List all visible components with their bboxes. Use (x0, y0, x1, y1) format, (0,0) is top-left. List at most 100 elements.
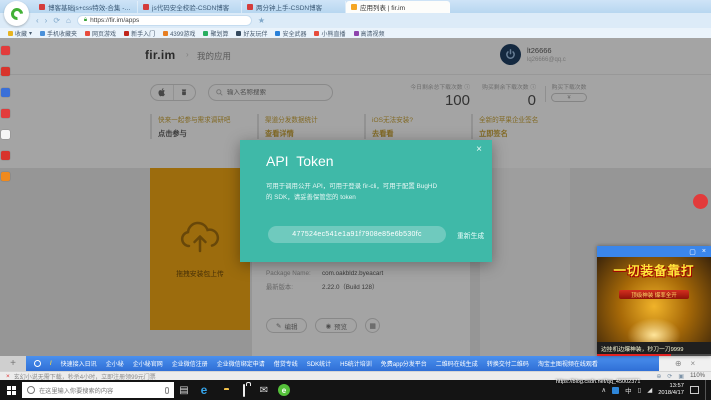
search-icon[interactable] (34, 360, 41, 367)
clock[interactable]: 13:57 2018/4/17 (658, 383, 684, 397)
quick-link[interactable]: 转换交付二维码 (487, 359, 529, 368)
quick-link[interactable]: 借贷专线 (274, 359, 298, 368)
bookmark-icon (354, 31, 359, 36)
tab-active-firim[interactable]: 应用列表 | fir.im (346, 1, 450, 13)
tab-title: js代码安全校验-CSDN博客 (152, 2, 229, 12)
clock-date: 2018/4/17 (658, 390, 684, 397)
floating-icon[interactable] (1, 151, 10, 160)
close-icon[interactable]: × (476, 144, 482, 155)
bookmark-label: 收藏 (15, 29, 27, 38)
bookmark-label: 小熊直播 (321, 29, 345, 38)
star-bookmark-icon[interactable]: ★ (258, 17, 265, 25)
shield-icon[interactable]: ▣ (678, 373, 684, 380)
bookmark-item[interactable]: 新手入门 (124, 29, 155, 38)
microsoft-store-icon[interactable] (234, 385, 254, 396)
start-button[interactable] (0, 380, 22, 400)
action-center-icon[interactable] (690, 386, 699, 394)
network-icon[interactable]: ◢ (647, 386, 652, 394)
browser-360-logo-icon[interactable] (4, 1, 29, 26)
bookmark-item[interactable]: 高清视频 (354, 29, 385, 38)
floating-icon[interactable] (1, 46, 10, 55)
tab-title: 两分钟上手-CSDN博客 (256, 2, 322, 12)
bookmark-label: 安全武器 (282, 29, 306, 38)
tab-3[interactable]: 两分钟上手-CSDN博客 (242, 1, 346, 13)
tray-expand-icon[interactable]: ∧ (601, 386, 606, 394)
floating-icon[interactable] (1, 172, 10, 181)
floating-red-button[interactable] (693, 194, 708, 209)
tab-favicon-icon (143, 4, 149, 10)
bookmark-item[interactable]: 网页游戏 (85, 29, 116, 38)
forward-icon[interactable]: › (45, 17, 48, 25)
bookmark-label: 网页游戏 (92, 29, 116, 38)
quick-link[interactable]: 淘宝主图视频在线观看 (538, 359, 598, 368)
quick-link[interactable]: SDK统计 (307, 359, 331, 368)
microphone-icon (165, 387, 169, 394)
edge-browser-icon[interactable]: e (194, 383, 214, 397)
bookmark-item[interactable]: 手机收藏夹 (40, 29, 77, 38)
tab-2[interactable]: js代码安全校验-CSDN博客 (138, 1, 242, 13)
quick-link[interactable]: H5统计培训 (340, 359, 372, 368)
close-icon[interactable]: × (6, 373, 10, 380)
close-icon[interactable]: × (702, 248, 706, 255)
quick-link[interactable]: 企业微信注册 (172, 359, 208, 368)
bookmark-icon (236, 31, 241, 36)
description-line-2: 的 SDK，请妥善保管您的 token (266, 193, 476, 204)
bookmark-item[interactable]: 收藏▾ (8, 29, 32, 38)
bookmark-item[interactable]: 聚划算 (203, 29, 228, 38)
api-token-modal: API Token × 可用于调用公开 API，可用于登录 fir-cli，可用… (240, 140, 492, 262)
bookmarks-bar: 收藏▾ 手机收藏夹 网页游戏 新手入门 4399游戏 聚划算 好友玩伴 安全武器… (0, 28, 711, 38)
video-ad-body[interactable]: 一切装备靠打 顶级神装 爆率全开 (597, 257, 711, 342)
floating-icon[interactable] (1, 67, 10, 76)
fullscreen-icon[interactable]: ▢ (689, 248, 696, 256)
floating-side-icons (1, 46, 10, 181)
back-icon[interactable]: ‹ (36, 17, 39, 25)
close-icon[interactable]: × (691, 359, 696, 368)
battery-icon[interactable]: ▯ (638, 386, 642, 394)
show-desktop-button[interactable] (705, 380, 709, 400)
refresh-icon[interactable]: ⟳ (53, 17, 60, 25)
quick-link[interactable]: 免费app分发平台 (381, 359, 427, 368)
speed-mode-icon[interactable]: ⟳ (667, 373, 672, 380)
windows-logo-icon (7, 386, 16, 395)
modal-title: API Token (266, 153, 334, 169)
bookmark-item[interactable]: 好友玩伴 (236, 29, 267, 38)
download-icon[interactable]: ⊕ (656, 373, 661, 380)
floating-icon[interactable] (1, 88, 10, 97)
url-box[interactable]: 🔒︎ https://fir.im/apps (77, 15, 252, 26)
bookmark-label: 好友玩伴 (243, 29, 267, 38)
bookmark-label: 聚划算 (210, 29, 228, 38)
floating-icon[interactable] (1, 109, 10, 118)
bookmark-icon (203, 31, 208, 36)
bookmark-item[interactable]: 安全武器 (275, 29, 306, 38)
screen: 博客基础js+css特效-合集 - 技术社区 js代码安全校验-CSDN博客 两… (0, 0, 711, 400)
settings-plus-icon[interactable]: ⊕ (675, 359, 682, 368)
video-ad[interactable]: ▢ × 一切装备靠打 顶级神装 爆率全开 边挂机边爆神装，秒刀一刀9999 (597, 246, 711, 356)
home-icon[interactable]: ⌂ (66, 17, 71, 25)
zoom-level[interactable]: 110% (690, 373, 705, 379)
ime-indicator[interactable]: 中 (625, 385, 632, 395)
description-line-1: 可用于调用公开 API，可用于登录 fir-cli，可用于配置 BugHD (266, 182, 476, 193)
floating-icon[interactable] (1, 130, 10, 139)
bookmark-item[interactable]: 4399游戏 (163, 29, 195, 38)
chevron-down-icon: ▾ (29, 30, 32, 37)
quick-link[interactable]: 二维码在线生成 (436, 359, 478, 368)
quick-link[interactable]: 企业微信绑定申请 (217, 359, 265, 368)
tab-favicon-icon (247, 4, 253, 10)
task-view-button[interactable]: ▤ (174, 385, 194, 396)
bookmark-icon (85, 31, 90, 36)
bookmark-item[interactable]: 小熊直播 (314, 29, 345, 38)
mail-icon[interactable]: ✉ (254, 385, 274, 396)
regenerate-token-button[interactable]: 重新生成 (457, 230, 484, 240)
bookmark-label: 手机收藏夹 (47, 29, 77, 38)
quick-link[interactable]: 企小秘 (106, 359, 124, 368)
quick-link[interactable]: 快速接入日讯 (61, 359, 97, 368)
tray-app-icon[interactable] (612, 387, 619, 394)
cortana-icon (27, 386, 35, 394)
quick-link[interactable]: 企小秘官网 (133, 359, 163, 368)
api-token-value[interactable]: 477524ec541e1a91f7908e85e6b530fc (268, 226, 446, 243)
browser-360-taskbar-icon[interactable]: e (274, 384, 294, 396)
new-tab-plus-icon[interactable]: + (0, 356, 26, 371)
status-tools: ⊕ ⟳ ▣ 110% (656, 373, 705, 380)
tab-1[interactable]: 博客基础js+css特效-合集 - 技术社区 (34, 1, 138, 13)
cortana-search-box[interactable]: 在这里输入你要搜索的内容 (22, 382, 174, 398)
